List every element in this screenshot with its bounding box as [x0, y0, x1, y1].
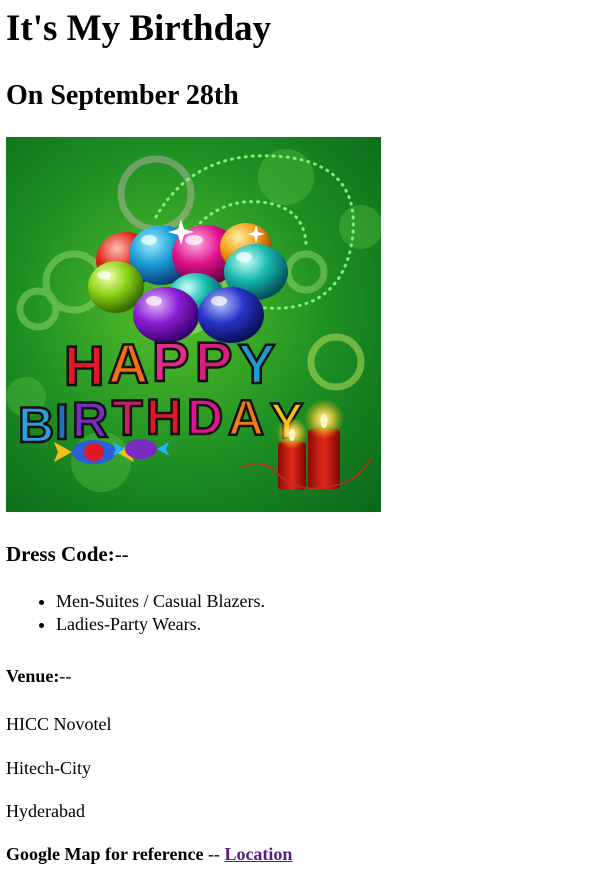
svg-text:B: B — [18, 397, 54, 453]
dress-code-suffix: -- — [114, 542, 129, 566]
venue-label: Venue: — [6, 666, 60, 686]
venue-suffix: -- — [59, 666, 72, 686]
svg-text:A: A — [108, 332, 148, 395]
svg-text:A: A — [228, 390, 264, 446]
svg-text:Y: Y — [238, 332, 275, 395]
location-link[interactable]: Location — [224, 844, 292, 864]
map-separator: -- — [203, 844, 225, 864]
list-item: Men-Suites / Casual Blazers. — [56, 590, 265, 613]
svg-text:D: D — [187, 389, 223, 445]
dress-code-list: Men-Suites / Casual Blazers. Ladies-Part… — [6, 590, 265, 636]
svg-text:H: H — [146, 389, 182, 445]
svg-text:P: P — [195, 330, 232, 393]
page-title: It's My Birthday — [6, 8, 272, 49]
venue-line: Hyderabad — [6, 801, 85, 821]
svg-text:R: R — [72, 392, 108, 448]
dress-code-label: Dress Code: — [6, 542, 115, 566]
map-label: Google Map for reference — [6, 844, 204, 864]
svg-text:T: T — [112, 390, 143, 446]
svg-text:P: P — [152, 330, 189, 393]
map-reference: Google Map for reference -- Location — [6, 843, 292, 865]
page-subtitle: On September 28th — [6, 80, 239, 111]
venue-heading: Venue:-- — [6, 665, 71, 687]
svg-text:H: H — [64, 334, 104, 397]
venue-line: HICC Novotel — [6, 714, 112, 734]
dress-code-heading: Dress Code:-- — [6, 541, 129, 567]
venue-line: Hitech-City — [6, 758, 91, 778]
happy-birthday-image: H A P P Y B I R T H D A Y — [6, 137, 381, 512]
list-item: Ladies-Party Wears. — [56, 613, 265, 636]
svg-text:I: I — [55, 394, 69, 450]
